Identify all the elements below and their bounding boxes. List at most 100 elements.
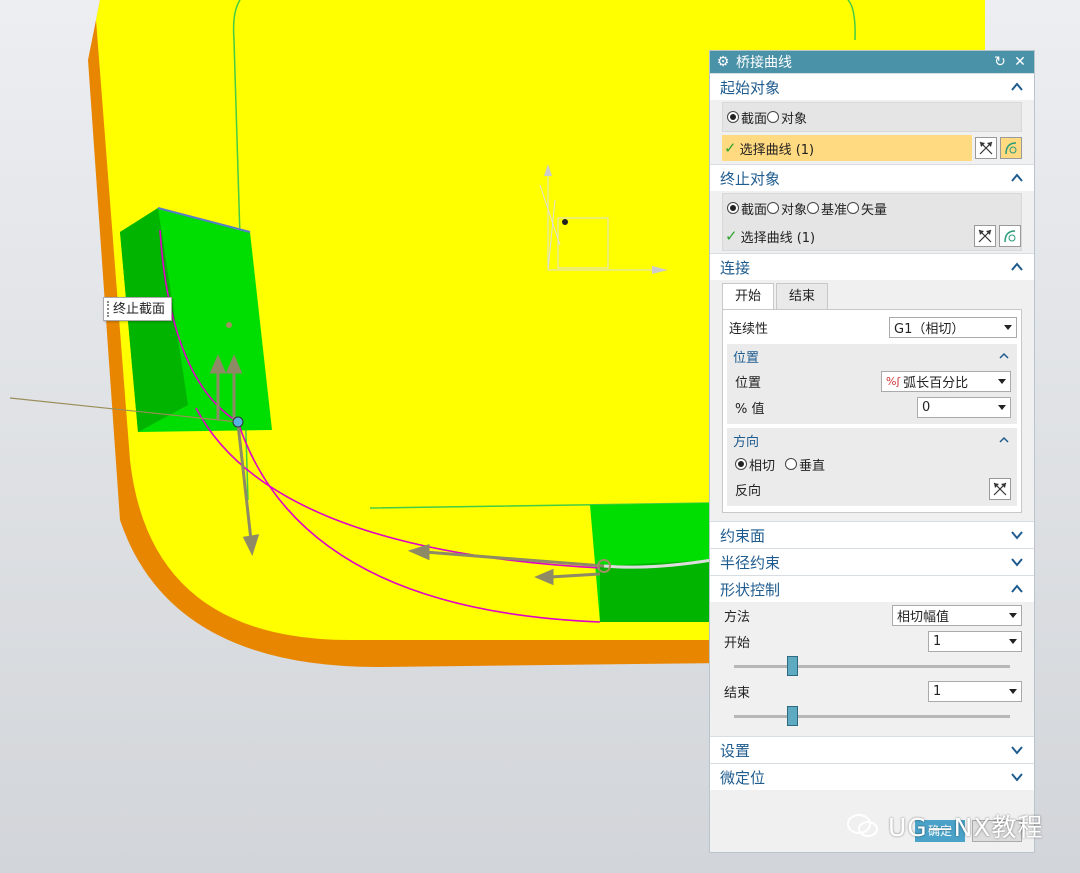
position-value: 弧长百分比 [903, 375, 969, 391]
shape-control-body: 方法 相切幅值 开始 1 结束 1 [722, 602, 1022, 728]
dropdown-arrow-icon [998, 404, 1006, 410]
radio-end-section[interactable] [727, 202, 739, 214]
dropdown-arrow-icon [1009, 612, 1017, 618]
connection-group-header[interactable]: 连接 [710, 253, 1034, 280]
dropdown-arrow-icon [1009, 638, 1017, 644]
reverse-label: 反向 [735, 483, 762, 499]
dropdown-arrow-icon [1009, 688, 1017, 694]
constraint-face-group-header[interactable]: 约束面 [710, 521, 1034, 548]
check-icon: ✓ [725, 227, 738, 245]
start-object-box: 截面 对象 [722, 102, 1022, 132]
chevron-up-icon[interactable] [1010, 171, 1024, 185]
radius-constraint-group-header[interactable]: 半径约束 [710, 548, 1034, 575]
end-select-curve-row[interactable]: ✓ 选择曲线 (1) [723, 222, 1021, 250]
tab-end[interactable]: 结束 [776, 283, 829, 309]
chevron-up-icon[interactable] [1010, 260, 1024, 274]
position-label: 位置 [735, 375, 762, 391]
connection-tab-body: 连续性 G1（相切） 位置 位置 %ʃ 弧长百分比 % 值 0 方向 相切 垂直… [722, 309, 1022, 513]
percent-value-field[interactable]: 0 [917, 396, 1011, 418]
reverse-direction-icon[interactable] [989, 478, 1011, 500]
dropdown-arrow-icon [1004, 324, 1012, 330]
method-value: 相切幅值 [897, 609, 950, 625]
curve-selection-icon[interactable] [999, 225, 1021, 247]
settings-label: 设置 [720, 741, 751, 760]
reverse-direction-icon[interactable] [974, 225, 996, 247]
dialog-title: 桥接曲线 [736, 55, 792, 71]
close-icon[interactable]: ✕ [1012, 54, 1028, 70]
chevron-down-icon[interactable] [1010, 743, 1024, 757]
slider-thumb[interactable] [787, 706, 798, 726]
end-object-group-header[interactable]: 终止对象 [710, 164, 1034, 191]
chevron-down-icon[interactable] [1010, 555, 1024, 569]
end-select-curve-label: 选择曲线 (1) [740, 230, 816, 246]
radio-end-datum[interactable] [807, 202, 820, 214]
watermark: UG—NX教程 [846, 808, 1044, 844]
end-slider[interactable] [728, 704, 1016, 728]
radio-label: 垂直 [799, 458, 826, 474]
fine-position-label: 微定位 [720, 768, 766, 787]
radio-label: 对象 [781, 111, 808, 127]
radio-label: 截面 [741, 202, 768, 218]
slider-track [734, 715, 1010, 718]
position-dropdown[interactable]: %ʃ 弧长百分比 [881, 370, 1011, 392]
end-object-label: 终止对象 [720, 169, 781, 188]
reset-icon[interactable]: ↻ [992, 54, 1008, 70]
radio-end-object[interactable] [767, 202, 780, 214]
radio-label: 矢量 [861, 202, 888, 218]
position-subgroup-header[interactable]: 位置 [733, 344, 1011, 368]
reverse-direction-icon[interactable] [975, 137, 997, 159]
start-value-field[interactable]: 1 [928, 630, 1022, 652]
radius-constraint-label: 半径约束 [720, 553, 781, 572]
tab-start[interactable]: 开始 [722, 283, 775, 309]
radio-start-object[interactable] [767, 111, 780, 123]
radio-end-vector[interactable] [847, 202, 860, 214]
percent-value: 0 [922, 399, 931, 415]
settings-group-header[interactable]: 设置 [710, 736, 1034, 763]
constraint-face-label: 约束面 [720, 526, 766, 545]
end-label: 结束 [724, 685, 751, 701]
slider-thumb[interactable] [787, 656, 798, 676]
end-object-box: 截面 对象 基准 矢量 ✓ 选择曲线 (1) [722, 193, 1022, 251]
watermark-text: UG—NX教程 [888, 813, 1044, 842]
continuity-dropdown[interactable]: G1（相切） [889, 316, 1017, 338]
bridge-curve-dialog: ⚙ 桥接曲线 ↻ ✕ 起始对象 截面 对象 ✓ 选择曲线 (1) 终止对象 截面 [709, 50, 1035, 853]
radio-label: 基准 [821, 202, 848, 218]
position-subgroup: 位置 位置 %ʃ 弧长百分比 % 值 0 [727, 344, 1017, 424]
radio-tangent[interactable] [735, 458, 747, 470]
end-value-field[interactable]: 1 [928, 680, 1022, 702]
radio-normal[interactable] [785, 458, 798, 470]
start-slider[interactable] [728, 654, 1016, 678]
chevron-up-icon[interactable] [997, 349, 1011, 363]
slider-track [734, 665, 1010, 668]
curve-selection-icon[interactable] [1000, 137, 1022, 159]
chevron-up-icon[interactable] [1010, 582, 1024, 596]
end-section-callout: 终止截面 [103, 297, 172, 321]
gear-icon: ⚙ [716, 54, 730, 70]
chevron-up-icon[interactable] [1010, 80, 1024, 94]
continuity-value: G1（相切） [894, 321, 965, 337]
end-value: 1 [933, 683, 942, 699]
radio-label: 对象 [781, 202, 808, 218]
radio-start-section[interactable] [727, 111, 739, 123]
arc-percent-icon: %ʃ [886, 374, 901, 388]
wechat-icon [847, 814, 878, 837]
start-select-curve-row[interactable]: ✓ 选择曲线 (1) [722, 134, 1022, 162]
radio-label: 截面 [741, 111, 768, 127]
dropdown-arrow-icon [998, 378, 1006, 384]
chevron-up-icon[interactable] [997, 433, 1011, 447]
method-label: 方法 [724, 609, 751, 625]
shape-control-group-header[interactable]: 形状控制 [710, 575, 1034, 602]
radio-label: 相切 [749, 458, 776, 474]
chevron-down-icon[interactable] [1010, 528, 1024, 542]
fine-position-group-header[interactable]: 微定位 [710, 763, 1034, 790]
percent-label: % 值 [735, 401, 765, 417]
start-object-group-header[interactable]: 起始对象 [710, 73, 1034, 100]
method-dropdown[interactable]: 相切幅值 [892, 604, 1022, 626]
direction-subgroup-header[interactable]: 方向 [733, 428, 1011, 452]
direction-subgroup: 方向 相切 垂直 反向 [727, 428, 1017, 506]
dialog-titlebar[interactable]: ⚙ 桥接曲线 ↻ ✕ [710, 51, 1034, 73]
continuity-label: 连续性 [729, 321, 769, 337]
chevron-down-icon[interactable] [1010, 770, 1024, 784]
check-icon: ✓ [724, 139, 737, 157]
connection-tabs: 开始 结束 [722, 283, 1022, 309]
